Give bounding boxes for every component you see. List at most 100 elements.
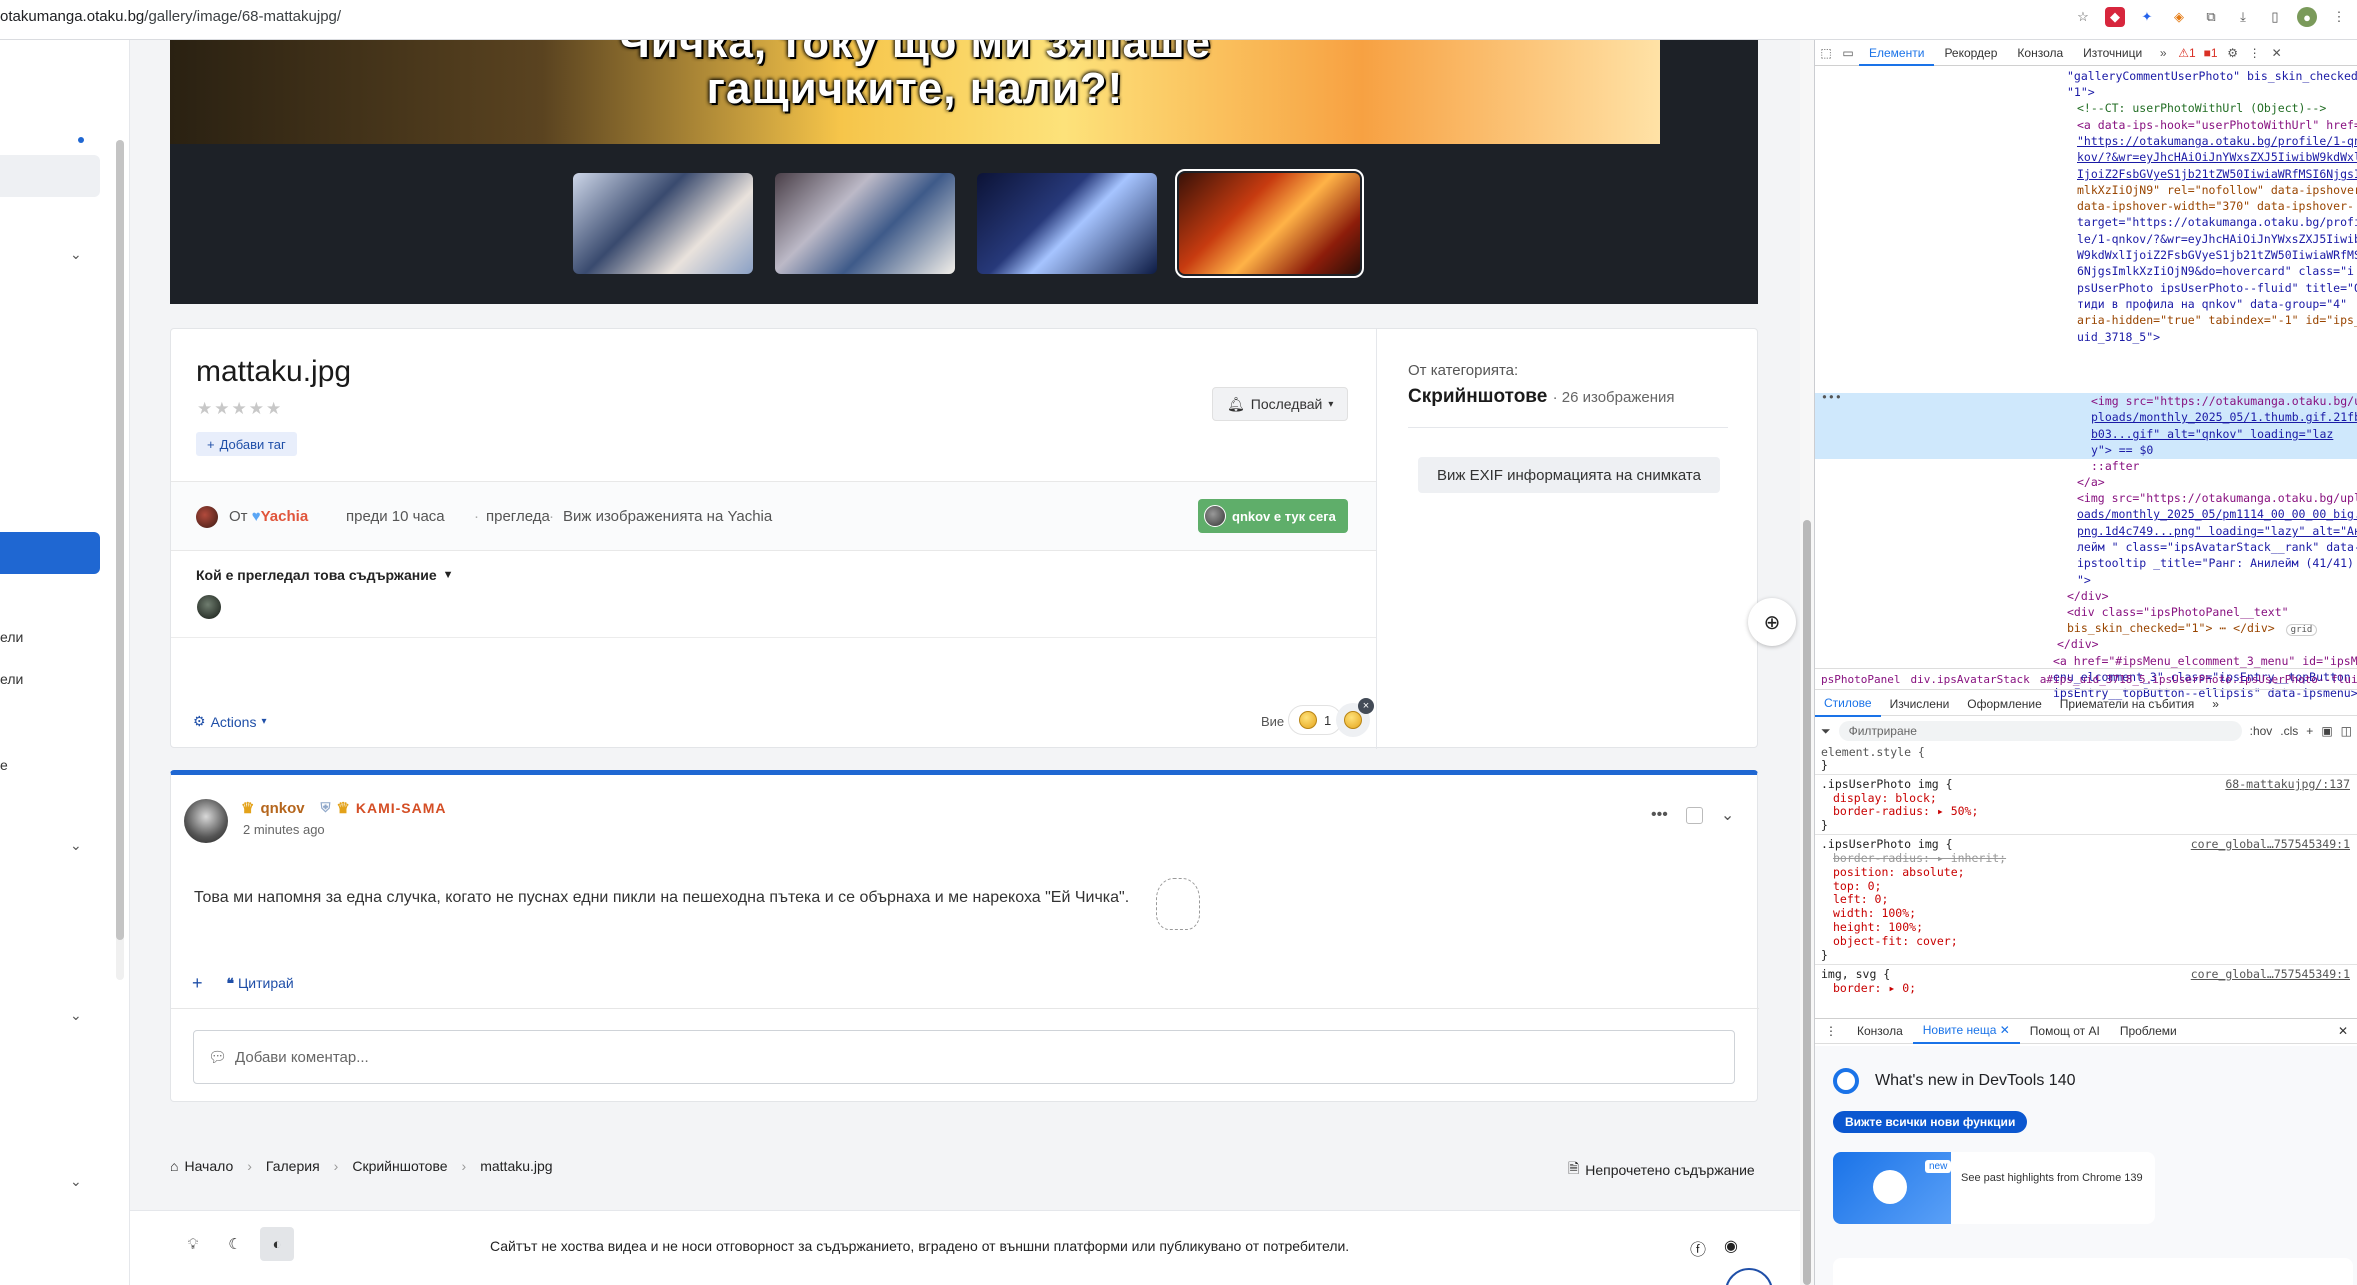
tab-event-listeners[interactable]: Приематели на събития	[2051, 692, 2203, 716]
dom-line[interactable]: лейм " class="ipsAvatarStack__rank" data…	[2077, 539, 2357, 555]
dom-line[interactable]: </div>	[2057, 636, 2099, 652]
online-user-badge[interactable]: qnkov е тук сега	[1198, 499, 1348, 533]
dom-line[interactable]: b03...gif" alt="qnkov" loading="laz	[2091, 426, 2333, 442]
css-rule-line[interactable]: element.style {	[1821, 746, 1925, 760]
css-declaration[interactable]: object-fit: cover;	[1833, 934, 1958, 949]
quote-button[interactable]: ❝ Цитирай	[227, 975, 294, 992]
dom-line[interactable]: <div class="ipsPhotoPanel__text"	[2067, 604, 2289, 620]
chevron-down-icon[interactable]: ⌄	[1721, 805, 1734, 825]
reaction-summary[interactable]: 1	[1288, 705, 1343, 735]
styles-filter-input[interactable]: Филтриране	[1838, 721, 2242, 741]
hov-toggle[interactable]: :hov	[2250, 724, 2273, 738]
close-icon[interactable]: ✕	[2000, 1023, 2010, 1037]
viewers-toggle[interactable]: Кой е прегледал това съдържание ▼	[196, 567, 454, 583]
chevron-down-icon[interactable]: ⌄	[70, 1173, 82, 1190]
light-theme-icon[interactable]: 💡︎	[176, 1227, 210, 1261]
close-drawer-icon[interactable]: ✕	[2328, 1019, 2357, 1043]
comment-time[interactable]: 2 minutes ago	[243, 822, 325, 837]
star-icon[interactable]: ★	[214, 399, 229, 419]
tab-layout[interactable]: Оформление	[1958, 692, 2050, 716]
author-avatar[interactable]	[196, 506, 218, 528]
tab-recorder[interactable]: Рекордер	[1934, 40, 2007, 66]
css-rule-selector[interactable]: .ipsUserPhoto img {	[1821, 777, 1953, 792]
commenter-name[interactable]: qnkov	[260, 800, 304, 817]
thumbnail[interactable]	[573, 173, 753, 274]
home-icon[interactable]: ⌂	[170, 1158, 178, 1174]
download-icon[interactable]: ⤓	[2233, 7, 2253, 27]
css-declaration[interactable]: left: 0;	[1833, 892, 1888, 907]
auto-theme-icon[interactable]: ◐	[260, 1227, 294, 1261]
kebab-menu-icon[interactable]: ⋮	[2244, 46, 2266, 60]
dom-line[interactable]: <a data-ips-hook="userPhotoWithUrl" href…	[2077, 117, 2357, 133]
sidebar-item-label[interactable]: ели	[0, 671, 23, 687]
grid-badge[interactable]: grid	[2285, 624, 2318, 636]
discord-icon[interactable]: ◉	[1724, 1236, 1738, 1260]
dom-line[interactable]: </div>	[2067, 588, 2109, 604]
dom-line[interactable]: data-ipshover-width="370" data-ipshover-	[2077, 198, 2354, 214]
dom-line[interactable]: "https://otakumanga.otaku.bg/profile/1-q…	[2077, 133, 2357, 149]
zoom-float-button[interactable]: ⊕	[1748, 598, 1796, 646]
dom-line[interactable]: ::after	[2091, 458, 2139, 474]
tab-sources[interactable]: Източници	[2073, 40, 2152, 66]
dom-line[interactable]: le/1-qnkov/?&wr=eyJhcHAiOiJnYWxsZXJ5Iiwi…	[2077, 231, 2357, 247]
extension-blue-icon[interactable]: ✦	[2137, 7, 2157, 27]
error-count[interactable]: ■1	[2200, 46, 2222, 60]
css-rule-source[interactable]: core_global…757545349:1	[2191, 967, 2350, 982]
dom-line[interactable]: uid_3718_5">	[2077, 329, 2160, 345]
breadcrumb-item[interactable]: Скрийншотове	[352, 1158, 447, 1174]
drawer-tab-console[interactable]: Конзола	[1847, 1019, 1913, 1043]
facebook-icon[interactable]: ⓕ	[1690, 1236, 1706, 1260]
more-tabs-icon[interactable]: »	[2152, 46, 2174, 60]
css-declaration[interactable]: width: 100%;	[1833, 906, 1916, 921]
breadcrumb-item[interactable]: Галерия	[266, 1158, 320, 1174]
dom-tree[interactable]: "galleryCommentUserPhoto" bis_skin_check…	[1815, 68, 2357, 708]
settings-gear-icon[interactable]: ⚙	[2222, 46, 2244, 60]
more-tabs-icon[interactable]: »	[2203, 692, 2228, 716]
extensions-puzzle-icon[interactable]: ⧉	[2201, 7, 2221, 27]
dom-line[interactable]: "galleryCommentUserPhoto" bis_skin_check…	[2067, 68, 2357, 84]
actions-menu-button[interactable]: ⚙ Actions ▾	[193, 713, 267, 730]
drawer-menu-icon[interactable]: ⋮	[1815, 1019, 1847, 1043]
dom-line[interactable]: <a href="#ipsMenu_elcomment_3_menu" id="…	[2053, 653, 2357, 669]
dom-line[interactable]: 6NjgsImlkXzIiOjN9&do=hovercard" class="i	[2077, 263, 2354, 279]
react-button[interactable]: ×	[1336, 698, 1374, 737]
star-icon[interactable]: ★	[197, 399, 212, 419]
dom-line[interactable]: oads/monthly_2025_05/pm1114_00_00_00_big…	[2077, 506, 2357, 522]
warning-count[interactable]: ⚠1	[2174, 46, 2199, 60]
ellipsis-icon[interactable]: •••	[1651, 806, 1668, 824]
sidebar-scrollbar-thumb[interactable]	[116, 140, 124, 940]
add-tag-button[interactable]: + Добави таг	[196, 432, 297, 456]
drawer-tab-whats-new[interactable]: Новите неща ✕	[1912, 1018, 2020, 1044]
toggle-style-icon[interactable]: ▣	[2321, 724, 2332, 738]
add-rule-icon[interactable]: +	[2306, 724, 2313, 738]
chevron-down-icon[interactable]: ⌄	[70, 837, 82, 854]
commenter-avatar[interactable]	[184, 799, 228, 843]
see-all-features-button[interactable]: Вижте всички нови функции	[1833, 1111, 2028, 1133]
sidebar-scrollbar[interactable]	[116, 140, 124, 980]
sidebar-toggle-icon[interactable]: ◫	[2341, 724, 2352, 738]
plus-icon[interactable]: +	[192, 973, 203, 994]
sidebar-item-label[interactable]: ели	[0, 629, 23, 645]
bookmark-star-icon[interactable]: ☆	[2073, 7, 2093, 27]
unread-content-link[interactable]: 🗎 Непрочетено съдържание	[1568, 1158, 1755, 1182]
tab-console[interactable]: Конзола	[2007, 40, 2073, 66]
css-rule-source[interactable]: core_global…757545349:1	[2191, 837, 2350, 852]
css-declaration[interactable]: height: 100%;	[1833, 920, 1923, 935]
viewer-avatar[interactable]	[197, 595, 221, 619]
category-link[interactable]: Скрийншотове	[1408, 386, 1547, 407]
dom-line[interactable]: kov/?&wr=eyJhcHAiOiJnYWxsZXJ5IiwibW9kdWx…	[2077, 149, 2357, 165]
css-declaration[interactable]: position: absolute;	[1833, 865, 1965, 880]
css-declaration[interactable]: border: ▸ 0;	[1833, 981, 1916, 996]
thumbnail[interactable]	[775, 173, 955, 274]
extension-orange-icon[interactable]: ◈	[2169, 7, 2189, 27]
star-icon[interactable]: ★	[266, 399, 281, 419]
dom-line[interactable]: <img src="https://otakumanga.otaku.bg/u	[2091, 393, 2357, 409]
kebab-menu-icon[interactable]: ⋮	[2329, 7, 2349, 27]
dom-line[interactable]: </a>	[2077, 474, 2105, 490]
rating-stars[interactable]: ★ ★ ★ ★ ★	[197, 399, 281, 419]
cls-toggle[interactable]: .cls	[2280, 724, 2298, 738]
chevron-down-icon[interactable]: ⌄	[70, 246, 82, 263]
sidepanel-icon[interactable]: ▯	[2265, 7, 2285, 27]
address-bar[interactable]: otakumanga.otaku.bg/gallery/image/68-mat…	[0, 8, 341, 25]
dom-line[interactable]: y"> == $0	[2091, 442, 2153, 458]
